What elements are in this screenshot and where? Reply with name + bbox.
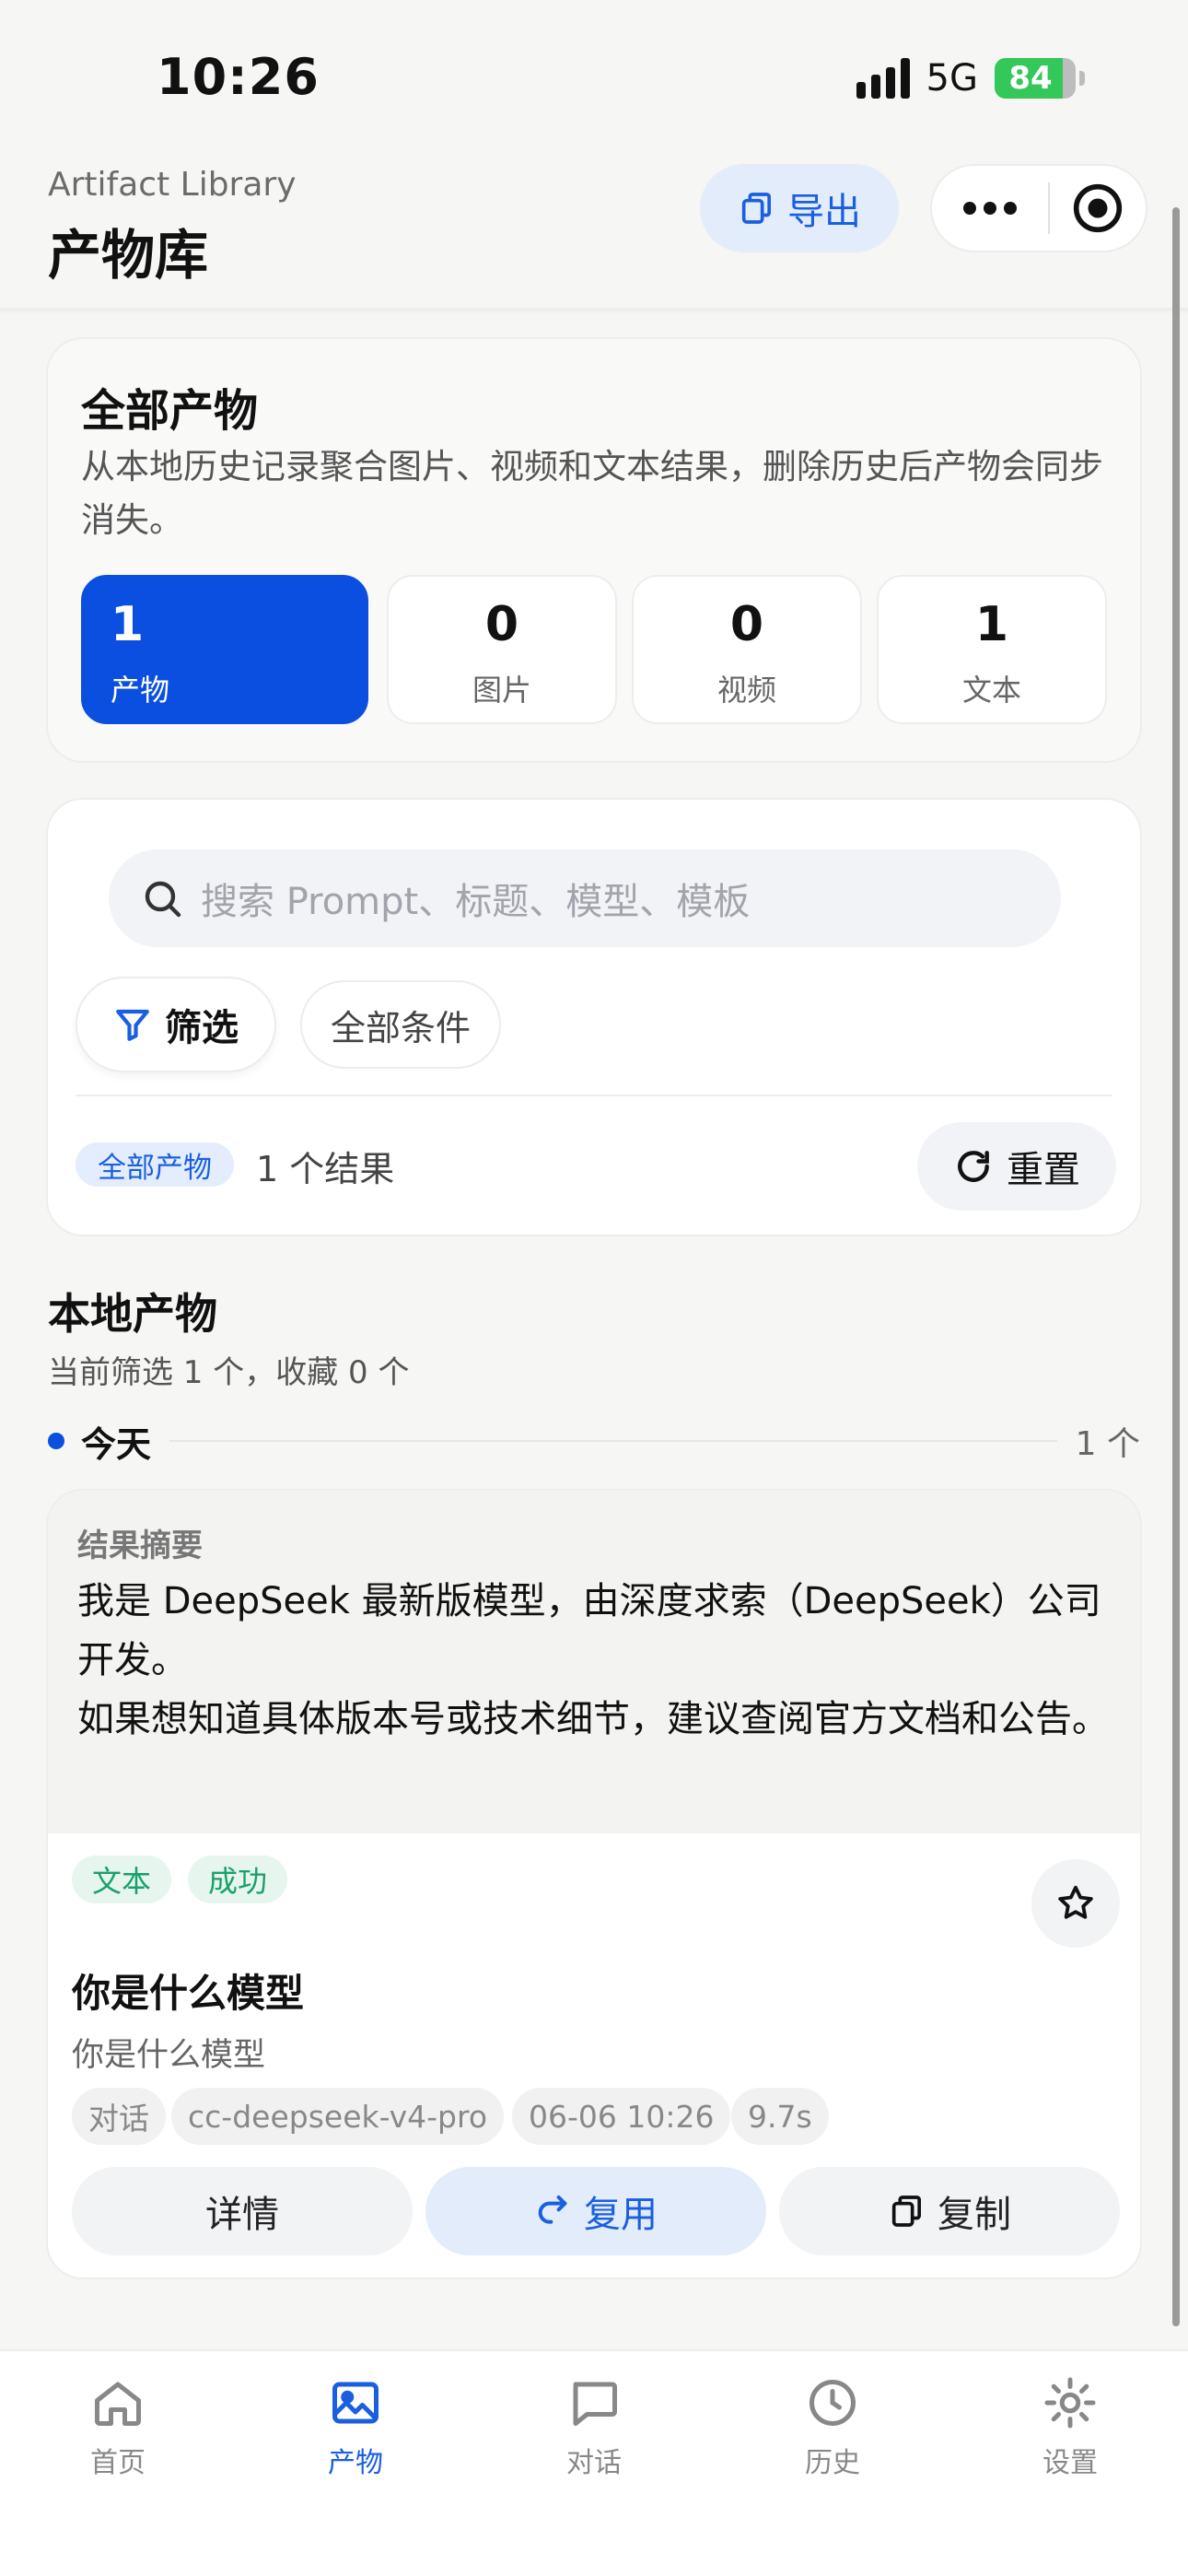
status-time: 10:26 xyxy=(157,48,320,106)
filter-divider xyxy=(76,1095,1112,1096)
page-header: Artifact Library 产物库 导出 xyxy=(0,147,1188,313)
filter-label: 筛选 xyxy=(165,1007,239,1049)
artifact-title: 你是什么模型 xyxy=(72,1971,305,2016)
stat-label: 文本 xyxy=(961,673,1021,708)
search-input[interactable]: 搜索 Prompt、标题、模型、模板 xyxy=(109,849,1061,947)
copy-label: 复制 xyxy=(938,2194,1011,2236)
stat-text[interactable]: 1 文本 xyxy=(877,575,1107,724)
scrollbar[interactable] xyxy=(1172,207,1180,2326)
tab-label: 产物 xyxy=(328,2447,383,2479)
status-badge: 成功 xyxy=(188,1856,288,1903)
chat-icon xyxy=(573,2382,617,2426)
page-title: 产物库 xyxy=(48,224,209,287)
filter-button[interactable]: 筛选 xyxy=(76,977,276,1072)
date-dot xyxy=(48,1433,64,1449)
refresh-icon xyxy=(958,1151,989,1182)
export-label: 导出 xyxy=(787,191,861,233)
stat-value: 1 xyxy=(974,597,1009,652)
tab-history[interactable]: 历史 xyxy=(740,2375,925,2480)
stat-videos[interactable]: 0 视频 xyxy=(632,575,862,724)
tab-settings[interactable]: 设置 xyxy=(978,2375,1162,2480)
stat-value: 1 xyxy=(111,597,145,652)
artifact-library-page: 10:26 5G 84 Artifact Library 产物库 导出 全部产物 xyxy=(0,0,1188,2576)
clock-icon xyxy=(809,2380,856,2426)
miniprogram-capsule xyxy=(930,164,1147,252)
detail-button[interactable]: 详情 xyxy=(72,2167,413,2255)
header-shadow xyxy=(0,308,1188,315)
type-badge: 文本 xyxy=(72,1856,172,1903)
settings-icon xyxy=(1044,2377,1096,2429)
stat-value: 0 xyxy=(484,597,519,652)
artifact-prompt: 你是什么模型 xyxy=(72,2037,266,2074)
tab-home[interactable]: 首页 xyxy=(26,2375,210,2480)
search-placeholder: 搜索 Prompt、标题、模型、模板 xyxy=(201,881,751,923)
summary-text: 我是 DeepSeek 最新版模型，由深度求索（DeepSeek）公司开发。如果… xyxy=(77,1572,1109,1749)
date-group-header: 今天 1 个 xyxy=(48,1413,1140,1469)
tab-label: 设置 xyxy=(1042,2447,1098,2479)
filter-card: 搜索 Prompt、标题、模型、模板 筛选 全部条件 全部产物 1 个结果 重置 xyxy=(46,798,1142,1236)
signal-icon xyxy=(856,58,910,99)
all-conditions-button[interactable]: 全部条件 xyxy=(300,980,501,1069)
stat-label: 视频 xyxy=(716,673,776,708)
meta-duration: 9.7s xyxy=(731,2088,829,2145)
star-icon xyxy=(1058,1885,1093,1919)
overview-title: 全部产物 xyxy=(81,385,259,437)
overview-card: 全部产物 从本地历史记录聚合图片、视频和文本结果，删除历史后产物会同步消失。 1… xyxy=(46,337,1142,763)
tab-label: 对话 xyxy=(566,2447,622,2479)
redo-icon xyxy=(538,2195,567,2224)
section-title: 本地产物 xyxy=(48,1289,217,1339)
page-subtitle: Artifact Library xyxy=(48,166,297,204)
stat-label: 图片 xyxy=(472,673,531,708)
reset-button[interactable]: 重置 xyxy=(917,1122,1116,1211)
detail-label: 详情 xyxy=(205,2194,279,2236)
copy-icon xyxy=(891,2195,921,2227)
image-icon xyxy=(332,2382,379,2424)
stat-value: 0 xyxy=(729,597,764,652)
stat-label: 产物 xyxy=(111,673,170,708)
favorite-button[interactable] xyxy=(1031,1859,1120,1948)
network-type: 5G xyxy=(926,57,978,100)
overview-description: 从本地历史记录聚合图片、视频和文本结果，删除历史后产物会同步消失。 xyxy=(81,447,1103,540)
summary-line: 我是 DeepSeek 最新版模型，由深度求索（DeepSeek）公司开发。 xyxy=(77,1580,1101,1681)
battery-icon: 84 xyxy=(995,58,1076,99)
bottom-tab-bar: 首页 产物 对话 历史 设置 xyxy=(0,2349,1188,2576)
status-indicators: 5G 84 xyxy=(856,57,1085,100)
home-icon xyxy=(95,2382,141,2426)
meta-mode: 对话 xyxy=(72,2088,166,2145)
reset-label: 重置 xyxy=(1007,1149,1080,1191)
copy-icon xyxy=(741,193,771,224)
copy-button[interactable]: 复制 xyxy=(779,2167,1120,2255)
tab-label: 历史 xyxy=(805,2447,860,2479)
meta-model: cc-deepseek-v4-pro xyxy=(171,2088,505,2145)
more-icon[interactable] xyxy=(932,202,1048,215)
close-target-icon[interactable] xyxy=(1050,182,1146,234)
reuse-button[interactable]: 复用 xyxy=(425,2167,766,2255)
stat-images[interactable]: 0 图片 xyxy=(387,575,617,724)
summary-line: 如果想知道具体版本号或技术细节，建议查阅官方文档和公告。 xyxy=(77,1698,1109,1740)
result-summary: 结果摘要 我是 DeepSeek 最新版模型，由深度求索（DeepSeek）公司… xyxy=(48,1491,1140,1833)
battery-cap xyxy=(1079,71,1085,86)
section-subtitle: 当前筛选 1 个，收藏 0 个 xyxy=(48,1354,410,1391)
result-count: 1 个结果 xyxy=(256,1149,395,1189)
battery-percent: 84 xyxy=(1008,60,1053,97)
reuse-label: 复用 xyxy=(584,2194,658,2236)
search-icon xyxy=(145,881,181,918)
active-filter-tag: 全部产物 xyxy=(76,1142,234,1187)
tab-chat[interactable]: 对话 xyxy=(502,2375,686,2480)
export-button[interactable]: 导出 xyxy=(700,164,899,252)
tab-label: 首页 xyxy=(90,2447,146,2479)
date-group-count: 1 个 xyxy=(1075,1425,1140,1463)
summary-label: 结果摘要 xyxy=(77,1528,203,1564)
meta-time: 06-06 10:26 xyxy=(512,2088,731,2145)
date-group-line xyxy=(169,1440,1057,1442)
stat-artifacts[interactable]: 1 产物 xyxy=(81,575,368,724)
filter-icon xyxy=(116,1009,149,1041)
tab-artifacts[interactable]: 产物 xyxy=(263,2375,448,2480)
artifact-card[interactable]: 结果摘要 我是 DeepSeek 最新版模型，由深度求索（DeepSeek）公司… xyxy=(46,1489,1142,2279)
date-group-label: 今天 xyxy=(81,1423,152,1465)
